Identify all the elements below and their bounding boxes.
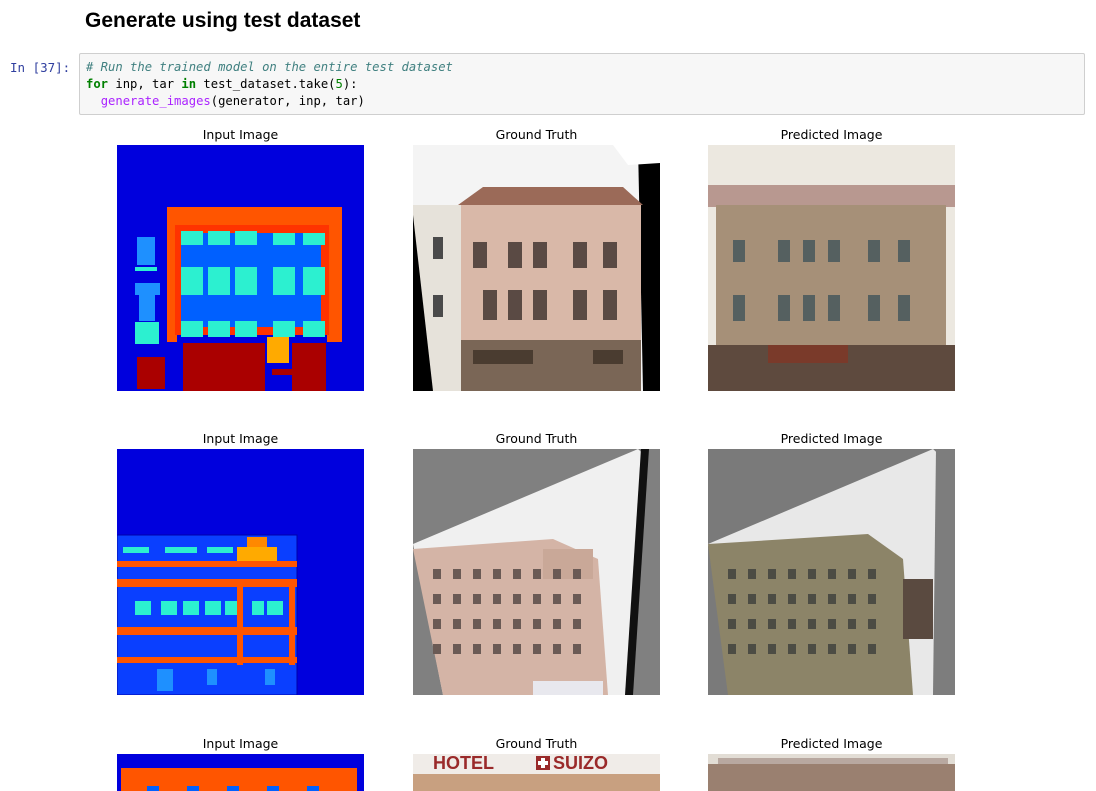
figure-title-predicted: Predicted Image [780, 431, 883, 446]
figure-title-ground-truth: Ground Truth [495, 431, 578, 446]
hotel-sign-text: HOTEL [433, 754, 494, 773]
figure-title-predicted: Predicted Image [780, 127, 883, 142]
code-text: ): [342, 77, 358, 91]
code-function-call: generate_images [100, 94, 211, 108]
code-args: (generator, inp, tar) [210, 94, 365, 108]
figure-title-input: Input Image [202, 431, 279, 446]
section-heading: Generate using test dataset [85, 9, 361, 32]
figure-title-input: Input Image [202, 127, 279, 142]
code-cell[interactable]: # Run the trained model on the entire te… [79, 53, 1085, 115]
predicted-image [708, 145, 955, 391]
figure-title-ground-truth: Ground Truth [495, 127, 578, 142]
code-keyword-in: in [181, 77, 197, 91]
hotel-sign-text-2: SUIZO [553, 754, 608, 773]
figure-title-ground-truth: Ground Truth [495, 736, 578, 751]
ground-truth-image: HOTEL SUIZO [413, 754, 660, 791]
input-image [117, 145, 364, 391]
code-keyword-for: for [86, 77, 109, 91]
code-number: 5 [335, 77, 343, 91]
ground-truth-image [413, 145, 660, 391]
input-image [117, 754, 364, 791]
predicted-image [708, 754, 955, 791]
code-comment: # Run the trained model on the entire te… [86, 60, 453, 74]
input-image [117, 449, 364, 695]
cell-prompt: In [37]: [10, 60, 71, 75]
predicted-image [708, 449, 955, 695]
figure-title-input: Input Image [202, 736, 279, 751]
code-text: test_dataset.take( [196, 77, 336, 91]
ground-truth-image [413, 449, 660, 695]
figure-title-predicted: Predicted Image [780, 736, 883, 751]
code-text: inp, tar [108, 77, 182, 91]
